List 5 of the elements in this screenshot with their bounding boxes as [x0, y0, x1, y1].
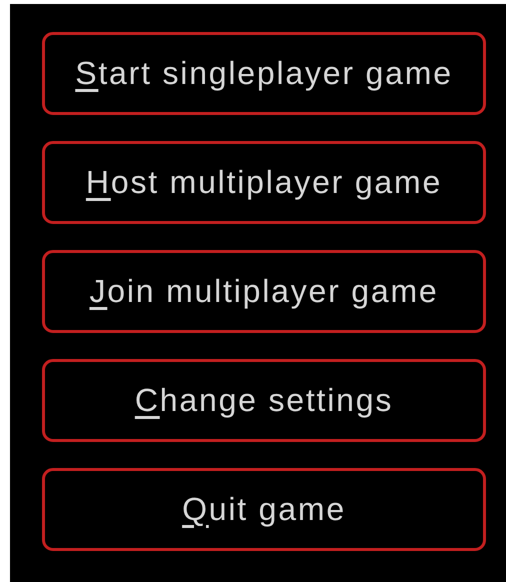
- menu-button[interactable]: Join multiplayer game: [42, 250, 486, 333]
- menu-button[interactable]: Change settings: [42, 359, 486, 442]
- menu-button[interactable]: Host multiplayer game: [42, 141, 486, 224]
- menu-button[interactable]: Quit game: [42, 468, 486, 551]
- menu-button[interactable]: Start singleplayer game: [42, 32, 486, 115]
